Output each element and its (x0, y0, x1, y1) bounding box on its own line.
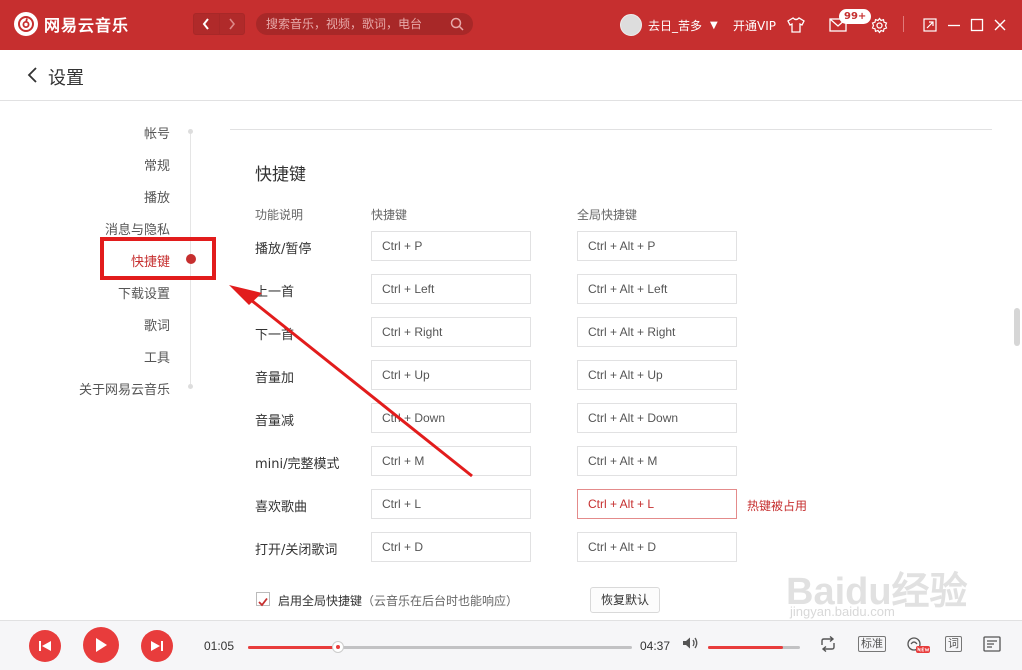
column-header-function: 功能说明 (255, 208, 304, 222)
sidebar-track-dot (188, 384, 193, 389)
sidebar-item-playback[interactable]: 播放 (144, 187, 170, 206)
volume-fill (708, 646, 784, 649)
open-vip-link[interactable]: 开通VIP (733, 17, 776, 34)
annotation-highlight-box (100, 237, 216, 280)
global-shortcut-input[interactable]: Ctrl + Alt + P (577, 231, 737, 261)
user-menu[interactable]: 去日_苦多 ▼ (620, 14, 718, 36)
sidebar-item-download[interactable]: 下载设置 (118, 283, 170, 302)
netease-music-icon (14, 12, 38, 36)
back-arrow-icon[interactable] (26, 66, 40, 84)
shortcut-input[interactable]: Ctrl + Left (371, 274, 531, 304)
chevron-right-icon (229, 18, 236, 30)
sidebar-item-account[interactable]: 帐号 (144, 123, 170, 142)
loop-mode-icon[interactable] (818, 636, 838, 652)
enable-global-shortcut-text: 启用全局快捷键 (278, 594, 363, 608)
section-divider (230, 129, 992, 130)
sidebar-item-about[interactable]: 关于网易云音乐 (79, 379, 170, 398)
shortcut-row-label: 音量减 (255, 414, 295, 429)
search-icon[interactable] (450, 17, 464, 31)
hotkey-conflict-message: 热键被占用 (747, 499, 808, 513)
page-title: 设置 (48, 68, 84, 89)
volume-icon[interactable] (682, 636, 699, 650)
global-shortcut-input[interactable]: Ctrl + Alt + Up (577, 360, 737, 390)
app-name: 网易云音乐 (44, 16, 130, 35)
shortcut-input[interactable]: Ctrl + Right (371, 317, 531, 347)
skip-next-icon (151, 641, 163, 651)
volume-slider[interactable] (708, 646, 800, 649)
lyrics-button[interactable]: 词 (945, 636, 962, 652)
shortcut-row-label: 打开/关闭歌词 (255, 543, 338, 558)
skin-icon[interactable] (786, 15, 806, 35)
progress-fill (248, 646, 339, 649)
shortcut-input[interactable]: Ctrl + M (371, 446, 531, 476)
shortcut-row-label: 播放/暂停 (255, 242, 312, 257)
minimize-icon[interactable] (944, 15, 964, 35)
enable-global-shortcut-label[interactable]: 启用全局快捷键（云音乐在后台时也能响应） (278, 592, 518, 609)
total-time: 04:37 (640, 639, 671, 653)
gear-icon[interactable] (869, 15, 889, 35)
global-shortcut-input[interactable]: Ctrl + Alt + D (577, 532, 737, 562)
mini-mode-icon[interactable] (920, 15, 940, 35)
player-bar: 01:05 04:37 标准 词 (0, 620, 1022, 670)
sidebar-track-dot (188, 129, 193, 134)
close-icon[interactable] (990, 15, 1010, 35)
chevron-left-icon (203, 18, 210, 30)
shortcut-input[interactable]: Ctrl + Up (371, 360, 531, 390)
progress-knob[interactable] (332, 641, 345, 653)
message-count-badge: 99+ (839, 9, 872, 24)
progress-bar[interactable] (248, 641, 632, 653)
enable-global-shortcut-hint: （云音乐在后台时也能响应） (362, 594, 519, 608)
global-shortcut-input[interactable]: Ctrl + Alt + Right (577, 317, 737, 347)
current-time: 01:05 (204, 639, 235, 653)
global-shortcut-input[interactable]: Ctrl + Alt + M (577, 446, 737, 476)
play-button[interactable] (83, 627, 119, 663)
divider (903, 16, 904, 32)
shortcut-input[interactable]: Ctrl + Down (371, 403, 531, 433)
sound-effect-icon[interactable] (905, 636, 931, 654)
global-shortcut-input[interactable]: Ctrl + Alt + Left (577, 274, 737, 304)
global-shortcut-input-conflict[interactable]: Ctrl + Alt + L (577, 489, 737, 519)
user-name[interactable]: 去日_苦多 (648, 17, 702, 34)
forward-nav-button[interactable] (218, 14, 244, 34)
checkmark-icon (258, 597, 268, 607)
global-shortcut-input[interactable]: Ctrl + Alt + Down (577, 403, 737, 433)
shortcut-row-label: 喜欢歌曲 (255, 500, 308, 515)
shortcut-input[interactable]: Ctrl + D (371, 532, 531, 562)
scrollbar-thumb[interactable] (1014, 308, 1020, 346)
quality-label: 标准 (858, 636, 886, 652)
back-nav-button[interactable] (194, 14, 219, 34)
shortcut-input[interactable]: Ctrl + L (371, 489, 531, 519)
app-logo[interactable]: 网易云音乐 (14, 12, 129, 36)
play-icon (96, 638, 107, 652)
previous-track-button[interactable] (29, 630, 61, 662)
next-track-button[interactable] (141, 630, 173, 662)
sidebar-item-lyrics[interactable]: 歌词 (144, 315, 170, 334)
sidebar-item-privacy[interactable]: 消息与隐私 (105, 219, 170, 238)
watermark-url: jingyan.baidu.com (790, 604, 895, 619)
column-header-shortcut: 快捷键 (371, 208, 408, 222)
column-header-global: 全局快捷键 (577, 208, 638, 222)
history-nav (193, 13, 245, 35)
playlist-icon[interactable] (983, 636, 1001, 652)
avatar[interactable] (620, 14, 642, 36)
restore-default-button[interactable]: 恢复默认 (590, 587, 660, 613)
sidebar-item-tools[interactable]: 工具 (144, 347, 170, 366)
shortcut-row-label: 下一首 (255, 328, 295, 343)
skip-previous-icon (39, 641, 51, 651)
shortcut-row-label: 上一首 (255, 285, 295, 300)
sidebar-item-general[interactable]: 常规 (144, 155, 170, 174)
title-bar: 网易云音乐 去日_苦多 ▼ 开通VIP 99+ (0, 0, 1022, 50)
shortcut-row-label: 音量加 (255, 371, 295, 386)
search-box[interactable] (256, 13, 473, 35)
caret-down-icon[interactable]: ▼ (710, 20, 718, 31)
settings-header: 设置 (0, 50, 1022, 101)
maximize-icon[interactable] (967, 15, 987, 35)
shortcut-row-label: mini/完整模式 (255, 457, 340, 472)
enable-global-shortcut-checkbox[interactable] (256, 592, 270, 607)
search-input[interactable] (266, 17, 446, 31)
sound-quality-button[interactable]: 标准 (858, 636, 886, 652)
shortcut-input[interactable]: Ctrl + P (371, 231, 531, 261)
lyrics-label: 词 (945, 636, 962, 652)
section-title: 快捷键 (255, 165, 306, 185)
